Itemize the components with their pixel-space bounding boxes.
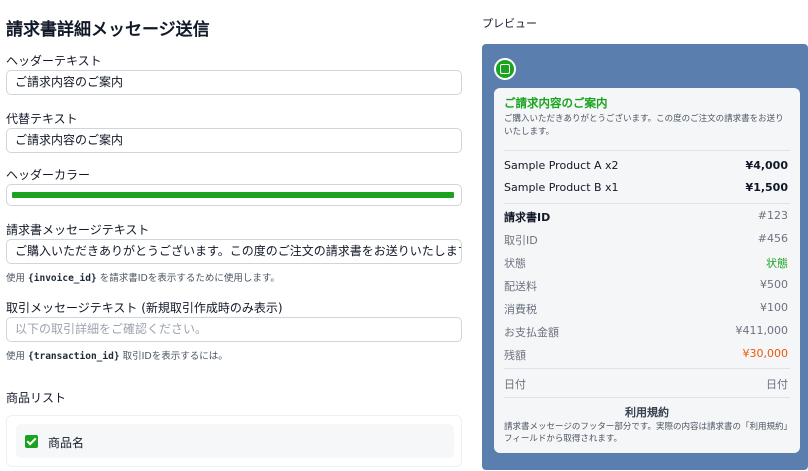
product-list: 商品名 [6, 415, 462, 467]
preview-shipping-row: 配送料 ¥500 [504, 278, 788, 293]
alt-text-input[interactable]: ご請求内容のご案内 [6, 128, 462, 153]
divider [504, 150, 790, 151]
preview-status-row: 状態 状態 [504, 257, 788, 270]
header-color-swatch [12, 192, 454, 198]
invoice-message-label: 請求書メッセージテキスト [6, 223, 150, 237]
preview-panel: ご請求内容のご案内 ご購入いただきありがとうございます。この度のご注文の請求書を… [482, 44, 808, 470]
invoice-message-hint: 使用 {invoice_id} を請求書IDを表示するために使用します。 [6, 273, 280, 284]
transaction-message-label: 取引メッセージテキスト (新規取引作成時のみ表示) [6, 301, 283, 315]
preview-paid-row: お支払金額 ¥411,000 [504, 324, 788, 339]
preview-terms-title: 利用規約 [625, 406, 669, 419]
header-color-label: ヘッダーカラー [6, 168, 91, 182]
preview-transaction-id-row: 取引ID #456 [504, 232, 788, 247]
preview-remaining-row: 残額 ¥30,000 [504, 347, 788, 362]
header-text-input[interactable]: ご請求内容のご案内 [6, 70, 462, 95]
preview-header: ご請求内容のご案内 [504, 96, 608, 110]
preview-invoice-id-row: 請求書ID #123 [504, 209, 788, 224]
product-name-label: 商品名 [48, 436, 85, 450]
preview-product-row: Sample Product A x2 ¥4,000 [504, 159, 788, 172]
transaction-id-variable: {transaction_id} [28, 351, 120, 362]
divider [504, 203, 790, 204]
preview-product-row: Sample Product B x1 ¥1,500 [504, 181, 788, 194]
divider [504, 397, 790, 398]
transaction-message-input[interactable]: 以下の取引詳細をご確認ください。 [6, 317, 462, 342]
alt-text-label: 代替テキスト [6, 112, 78, 126]
preview-terms-text: 請求書メッセージのフッター部分です。実際の内容は請求書の「利用規約」フィールドか… [504, 422, 792, 444]
message-card: ご請求内容のご案内 ご購入いただきありがとうございます。この度のご注文の請求書を… [494, 88, 800, 453]
product-list-label: 商品リスト [6, 391, 67, 405]
product-list-item[interactable]: 商品名 [16, 424, 454, 458]
header-color-picker[interactable] [6, 184, 462, 206]
preview-intro: ご購入いただきありがとうございます。この度のご注文の請求書をお送りいたします。 [504, 114, 784, 137]
preview-label: プレビュー [482, 17, 537, 30]
preview-date-row: 日付 日付 [504, 378, 788, 391]
invoice-id-variable: {invoice_id} [28, 273, 97, 284]
page-title: 請求書詳細メッセージ送信 [6, 20, 210, 40]
app-logo-icon [494, 58, 516, 80]
header-text-label: ヘッダーテキスト [6, 54, 102, 68]
preview-tax-row: 消費税 ¥100 [504, 301, 788, 316]
divider [504, 368, 790, 369]
transaction-message-hint: 使用 {transaction_id} 取引IDを表示するには。 [6, 351, 228, 362]
invoice-message-input[interactable]: ご購入いただきありがとうございます。この度のご注文の請求書をお送りいたします。 [6, 239, 462, 264]
product-checkbox[interactable] [25, 435, 38, 448]
